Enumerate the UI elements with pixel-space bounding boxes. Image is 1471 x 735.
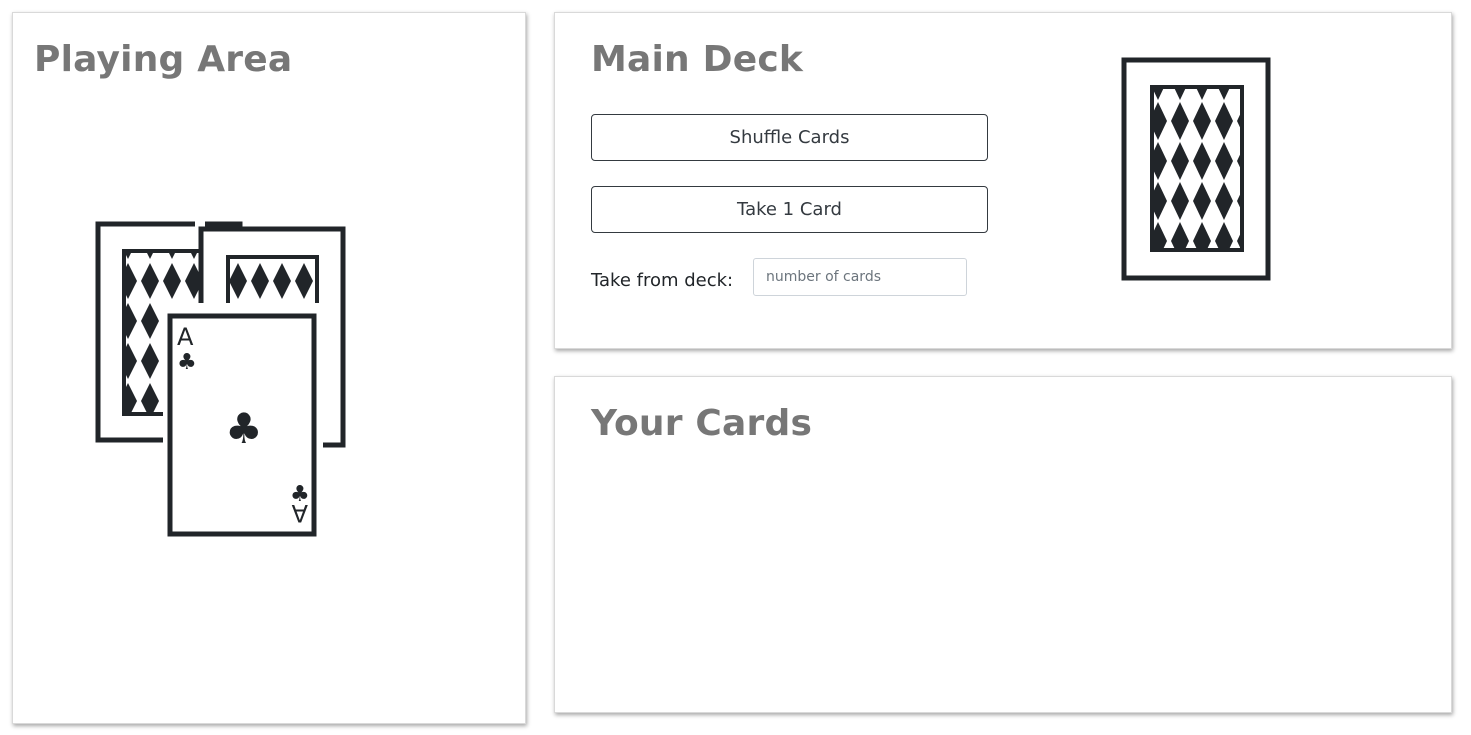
take-from-deck-label: Take from deck: bbox=[591, 270, 734, 291]
ace-suit-top: ♣ bbox=[177, 350, 197, 375]
shuffle-cards-button[interactable]: Shuffle Cards bbox=[591, 114, 988, 161]
main-deck-panel: Main Deck Shuffle Cards Take 1 Card Take… bbox=[554, 12, 1452, 349]
playing-cards-icon: A ♣ ♣ A ♣ bbox=[95, 221, 346, 553]
playing-area-title: Playing Area bbox=[34, 39, 293, 80]
your-cards-title: Your Cards bbox=[591, 403, 813, 444]
playing-area-panel: Playing Area A ♣ ♣ A ♣ bbox=[12, 12, 526, 724]
ace-suit-center: ♣ bbox=[225, 404, 263, 453]
your-cards-panel: Your Cards bbox=[554, 376, 1452, 713]
card-back-icon[interactable] bbox=[1121, 57, 1271, 281]
number-of-cards-input[interactable] bbox=[753, 258, 967, 296]
main-deck-title: Main Deck bbox=[591, 39, 803, 80]
ace-suit-bottom: ♣ bbox=[290, 482, 310, 507]
ace-rank-top: A bbox=[177, 323, 194, 351]
take-one-card-button[interactable]: Take 1 Card bbox=[591, 186, 988, 233]
